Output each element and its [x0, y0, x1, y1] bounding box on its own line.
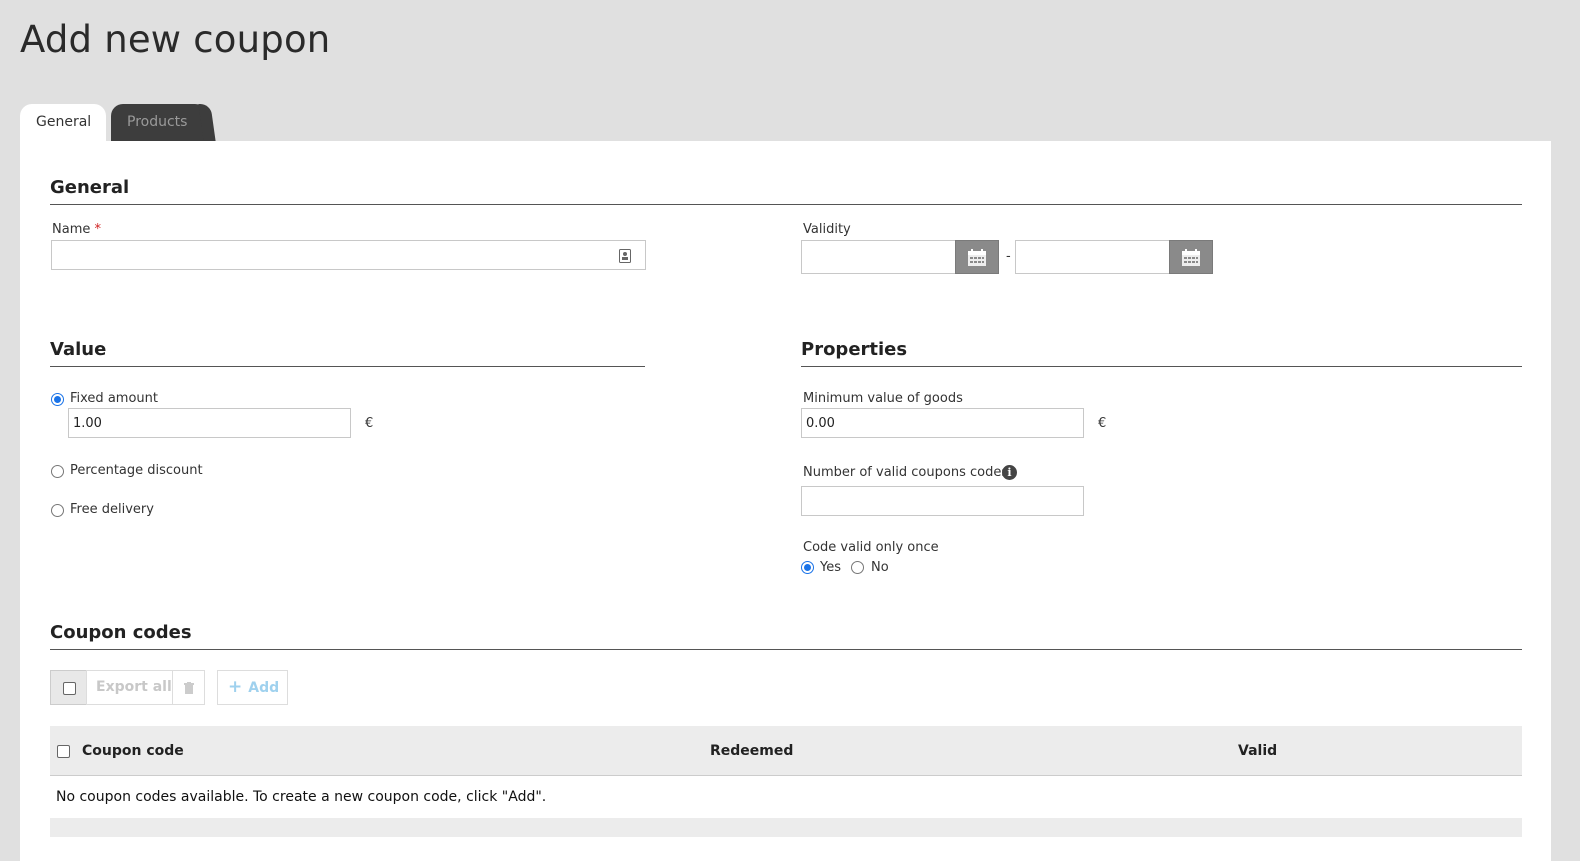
header-select-checkbox[interactable]	[57, 745, 70, 758]
trash-icon	[183, 682, 194, 694]
tab-products-label: Products	[127, 114, 188, 130]
fixed-amount-currency: €	[365, 416, 374, 431]
column-valid[interactable]: Valid	[1238, 743, 1277, 759]
plus-icon: +	[228, 677, 243, 697]
page-title: Add new coupon	[20, 18, 331, 61]
validity-separator: -	[1006, 249, 1011, 264]
add-button[interactable]: + Add	[217, 670, 288, 705]
radio-free-delivery[interactable]	[51, 504, 64, 517]
name-input[interactable]	[51, 240, 646, 270]
required-marker: *	[94, 222, 102, 237]
delete-button[interactable]	[172, 670, 205, 705]
min-value-currency: €	[1098, 416, 1107, 431]
coupon-table-header: Coupon code Redeemed Valid	[50, 726, 1522, 776]
select-all-checkbox[interactable]	[63, 682, 76, 695]
calendar-icon	[968, 248, 986, 266]
calendar-icon	[1182, 248, 1200, 266]
empty-table-message: No coupon codes available. To create a n…	[56, 789, 547, 805]
code-valid-once-label: Code valid only once	[803, 540, 939, 555]
min-value-label: Minimum value of goods	[803, 391, 963, 406]
tab-general[interactable]: General	[20, 104, 106, 141]
name-label: Name *	[52, 222, 101, 237]
radio-once-yes-label[interactable]: Yes	[820, 560, 841, 575]
radio-free-delivery-label[interactable]: Free delivery	[70, 502, 154, 517]
section-title-coupon-codes: Coupon codes	[50, 622, 1522, 650]
section-title-value: Value	[50, 339, 645, 367]
num-codes-input[interactable]	[801, 486, 1084, 516]
add-button-label: Add	[248, 680, 280, 696]
radio-once-yes[interactable]	[801, 561, 814, 574]
section-title-properties: Properties	[801, 339, 1522, 367]
validity-to-input[interactable]	[1015, 240, 1170, 274]
contact-card-icon[interactable]	[619, 248, 631, 267]
radio-fixed-amount-label[interactable]: Fixed amount	[70, 391, 158, 406]
section-title-general: General	[50, 177, 1522, 205]
radio-percentage-discount[interactable]	[51, 465, 64, 478]
validity-label: Validity	[803, 222, 851, 237]
column-coupon-code[interactable]: Coupon code	[82, 743, 184, 759]
radio-fixed-amount[interactable]	[51, 393, 64, 406]
tab-products[interactable]: Products	[111, 104, 207, 141]
export-all-button[interactable]: Export all	[86, 670, 173, 705]
general-tab-panel: General Name * Validity - Value Fixed am…	[20, 141, 1551, 861]
min-value-input[interactable]	[801, 408, 1084, 438]
name-label-text: Name	[52, 222, 91, 237]
coupon-table-footer	[50, 818, 1522, 837]
radio-percentage-discount-label[interactable]: Percentage discount	[70, 463, 203, 478]
validity-to-calendar-button[interactable]	[1169, 240, 1213, 274]
fixed-amount-input[interactable]	[68, 408, 351, 438]
validity-from-input[interactable]	[801, 240, 956, 274]
info-icon[interactable]: i	[1002, 465, 1017, 480]
select-all-toggle[interactable]	[50, 670, 87, 705]
validity-from-calendar-button[interactable]	[955, 240, 999, 274]
num-codes-label: Number of valid coupons codes	[803, 465, 1009, 480]
column-redeemed[interactable]: Redeemed	[710, 743, 793, 759]
radio-once-no[interactable]	[851, 561, 864, 574]
radio-once-no-label[interactable]: No	[871, 560, 889, 575]
